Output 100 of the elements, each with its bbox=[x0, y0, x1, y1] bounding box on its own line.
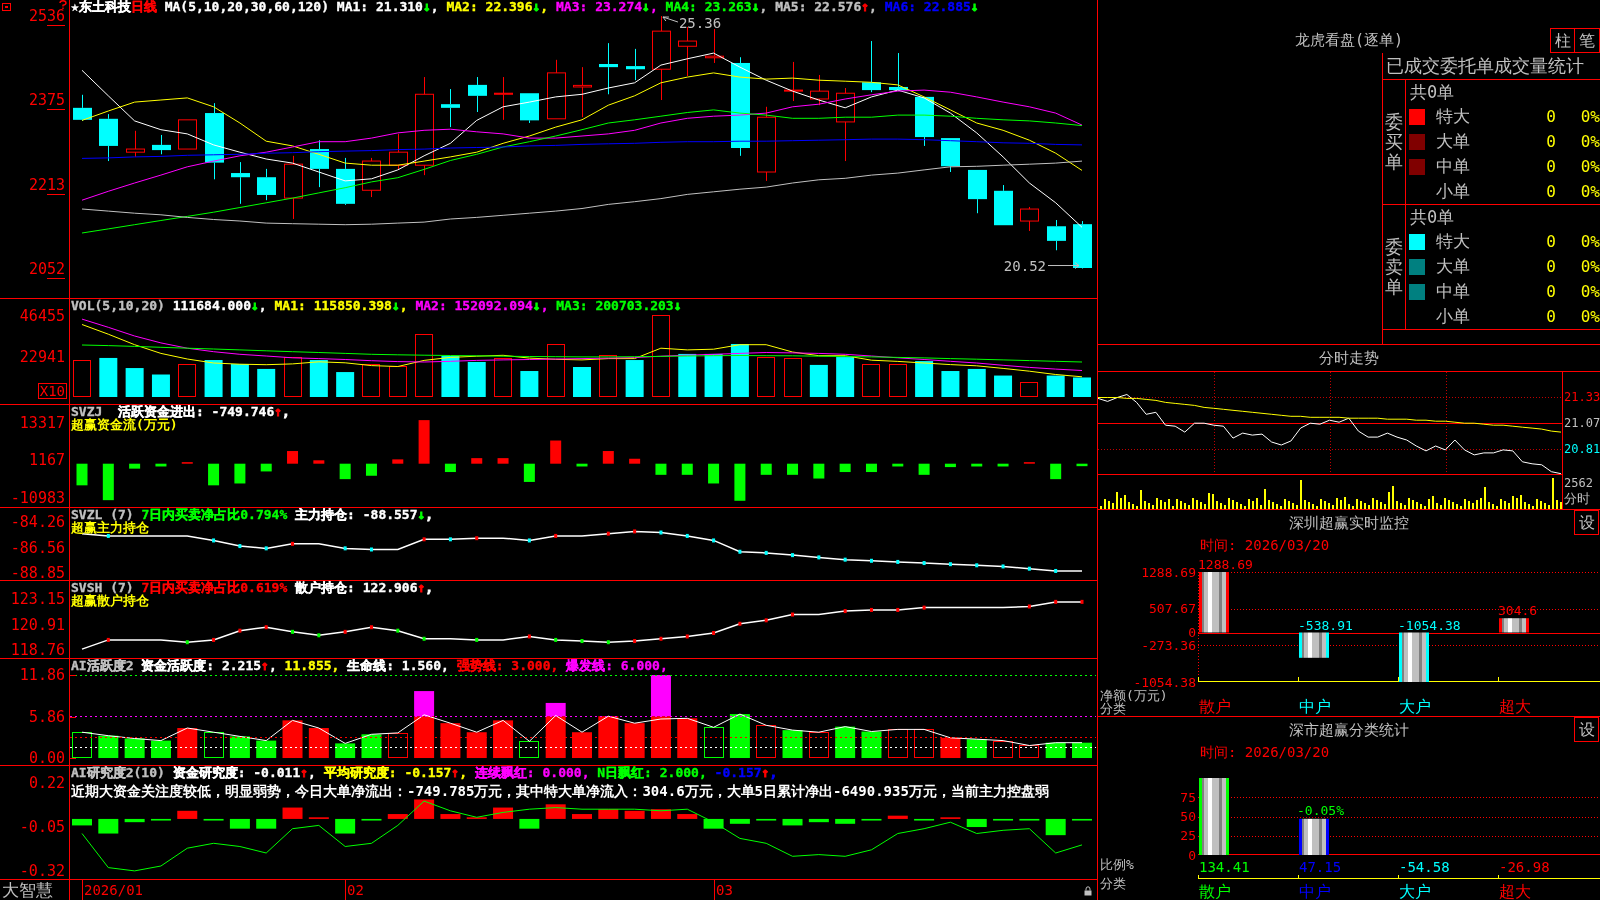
candlestick bbox=[994, 184, 1013, 226]
candlestick bbox=[310, 139, 329, 188]
fund-flow-bar bbox=[497, 458, 509, 464]
volume-label: 分时 bbox=[1564, 491, 1590, 506]
date-label: 03 bbox=[716, 881, 733, 899]
change-marker bbox=[922, 605, 926, 610]
research-bar bbox=[98, 818, 119, 834]
order-type-label: 特大 bbox=[1436, 106, 1470, 127]
fund-flow-bar bbox=[523, 463, 535, 482]
research-bar bbox=[545, 804, 566, 819]
research-bar bbox=[887, 815, 908, 819]
change-marker bbox=[185, 640, 189, 645]
order-type-label: 大单 bbox=[1436, 256, 1470, 276]
axis-label: -84.26 bbox=[10, 514, 65, 529]
axis-label: 1167 bbox=[28, 453, 65, 468]
volume-bar bbox=[915, 361, 934, 397]
axis-label: 22941 bbox=[19, 350, 65, 364]
fund-flow-bar bbox=[234, 463, 246, 484]
settings-button[interactable]: 设 bbox=[1574, 717, 1599, 742]
research-bar bbox=[808, 818, 829, 823]
change-marker bbox=[606, 640, 610, 645]
fund-flow-bar bbox=[444, 463, 456, 473]
axis-title: 分类 bbox=[1100, 877, 1126, 890]
candlestick bbox=[1073, 220, 1092, 269]
research-bar bbox=[993, 818, 1014, 821]
volume-bar bbox=[362, 364, 380, 397]
change-marker bbox=[843, 609, 847, 614]
order-percent: 0% bbox=[1580, 181, 1600, 202]
research-bar bbox=[835, 818, 856, 824]
change-marker bbox=[791, 612, 795, 617]
view-button[interactable]: 笔 bbox=[1575, 28, 1600, 53]
fund-flow-bar bbox=[1076, 463, 1088, 467]
indicator-header: ★东土科技日线 MA(5,10,20,30,60,120) MA1: 21.310↓, MA2: 22.396↓, MA3: 23.274↓, MA4: 23.263↓, MA5: 22.576↑, MA6: 22.885↓ bbox=[71, 0, 979, 13]
candlestick bbox=[494, 76, 513, 121]
change-marker bbox=[554, 533, 558, 538]
indicator-header: AI活跃度2 资金活跃度: 2.215↑, 11.855, 生命线: 1.560, 强势线: 3.000, 爆发线: 6.000, bbox=[71, 659, 668, 672]
candlestick bbox=[889, 52, 908, 91]
activity-bar bbox=[177, 728, 198, 759]
volume-bar bbox=[730, 344, 749, 397]
settings-button[interactable]: 设 bbox=[1574, 510, 1599, 535]
indicator-header: SVZL (7) 7日内买卖净占比0.794% 主力持仓: -88.557↓, bbox=[71, 508, 434, 521]
research-bar bbox=[414, 799, 435, 819]
change-marker bbox=[238, 544, 242, 549]
volume-bar bbox=[494, 358, 512, 397]
fund-flow-bar bbox=[1050, 463, 1062, 480]
activity-bar bbox=[204, 732, 224, 758]
axis-label: -86.56 bbox=[10, 540, 65, 555]
view-button[interactable]: 柱 bbox=[1550, 28, 1575, 53]
axis-title: 分类 bbox=[1100, 702, 1126, 715]
fund-flow-bar bbox=[287, 451, 299, 464]
volume-bar bbox=[125, 368, 144, 397]
candlestick bbox=[336, 157, 355, 206]
axis-label: 2052 bbox=[28, 261, 65, 276]
axis-label: 20.81 bbox=[1564, 441, 1600, 456]
value-label: -1054.38 bbox=[1398, 617, 1461, 633]
candlestick bbox=[99, 113, 118, 162]
axis-label: 0.00 bbox=[28, 751, 65, 765]
candlestick bbox=[257, 168, 276, 201]
research-bar bbox=[861, 818, 882, 821]
change-marker bbox=[475, 536, 479, 541]
fund-flow-bar bbox=[76, 463, 88, 486]
axis-label: 118.76 bbox=[10, 642, 65, 657]
order-percent: 0% bbox=[1580, 257, 1600, 277]
fund-flow-bar bbox=[418, 420, 430, 464]
order-count: 0 bbox=[1546, 156, 1556, 177]
axis-title: 净额(万元) bbox=[1100, 689, 1168, 702]
axis-label: 13317 bbox=[19, 415, 65, 430]
volume-bar bbox=[784, 358, 802, 397]
indicator-note: 超赢主力持仓 bbox=[71, 522, 149, 534]
order-count: 0 bbox=[1546, 257, 1556, 277]
order-type-label: 中单 bbox=[1436, 155, 1470, 176]
research-bar bbox=[229, 818, 250, 829]
change-marker bbox=[264, 625, 268, 630]
axis-label: 2213 bbox=[28, 177, 65, 192]
order-total: 共0单 bbox=[1410, 207, 1455, 228]
indicator-header: SVSH (7) 7日内买卖净占比0.619% 散户持仓: 122.906↑, bbox=[71, 581, 434, 594]
side-label: 委卖单 bbox=[1385, 237, 1403, 297]
order-count: 0 bbox=[1546, 107, 1556, 128]
fund-flow-bar bbox=[918, 463, 930, 475]
category-label: 中户 bbox=[1299, 697, 1331, 716]
value-label: -538.91 bbox=[1298, 617, 1353, 633]
fund-flow-bar bbox=[392, 459, 404, 464]
research-bar bbox=[203, 818, 224, 821]
fund-flow-bar bbox=[313, 460, 325, 464]
candlestick bbox=[968, 169, 987, 214]
candlestick bbox=[573, 66, 592, 118]
volume-bar bbox=[994, 375, 1013, 397]
axis-label: -10983 bbox=[10, 490, 65, 505]
axis-label: 2536 bbox=[28, 9, 65, 23]
candlestick bbox=[468, 76, 487, 113]
volume-bar bbox=[520, 371, 539, 397]
volume-bar bbox=[467, 361, 486, 397]
bar bbox=[1399, 632, 1429, 682]
order-percent: 0% bbox=[1580, 132, 1600, 152]
change-marker bbox=[896, 607, 900, 612]
volume-bar bbox=[178, 364, 196, 397]
activity-bar bbox=[519, 741, 539, 758]
change-marker bbox=[238, 628, 242, 633]
fund-flow-bar bbox=[129, 463, 141, 469]
ratio-reading: 134.41 bbox=[1199, 859, 1250, 875]
